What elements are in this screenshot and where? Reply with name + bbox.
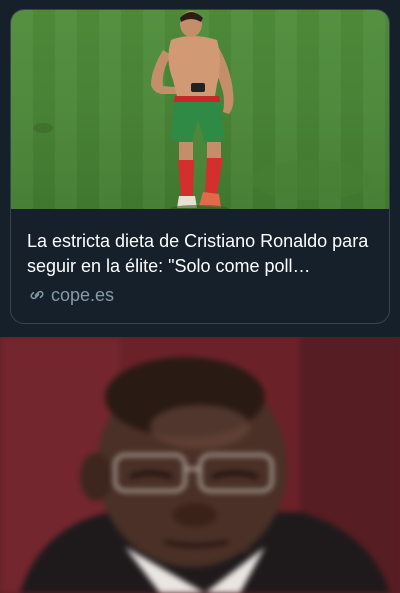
link-preview-domain-text: cope.es [51, 285, 115, 305]
reaction-man-illustration [0, 337, 400, 593]
link-preview-title[interactable]: La estricta dieta de Cristiano Ronaldo p… [27, 229, 377, 279]
reaction-image[interactable] [0, 337, 400, 593]
link-preview-body[interactable]: La estricta dieta de Cristiano Ronaldo p… [11, 209, 389, 323]
footballer-illustration [33, 11, 371, 209]
tweet-pane: La estricta dieta de Cristiano Ronaldo p… [0, 0, 400, 337]
link-preview-domain[interactable]: cope.es [27, 284, 114, 306]
link-preview-card[interactable]: La estricta dieta de Cristiano Ronaldo p… [10, 9, 390, 324]
link-preview-image[interactable] [11, 10, 389, 209]
link-icon [27, 285, 47, 305]
